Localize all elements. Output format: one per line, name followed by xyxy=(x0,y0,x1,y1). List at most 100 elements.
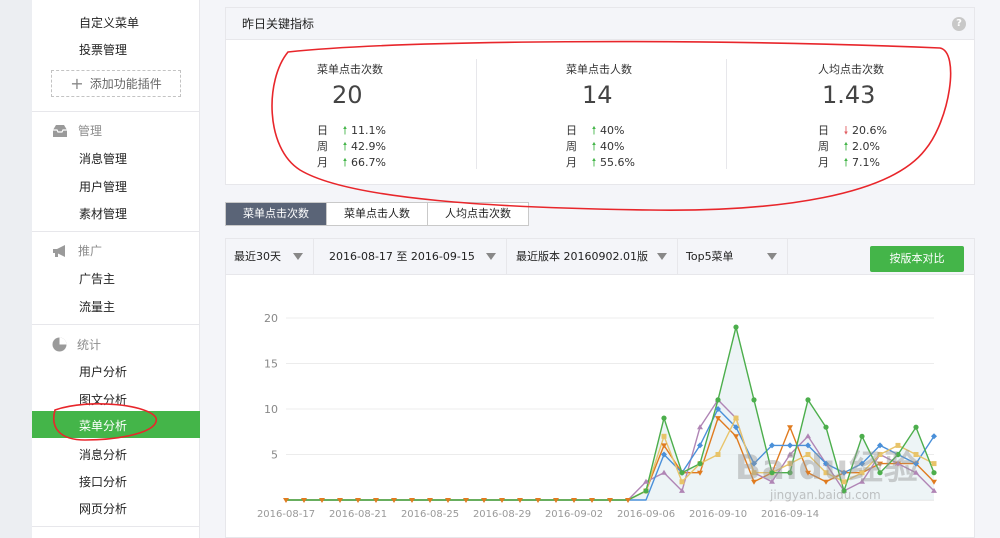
tab-avg-clicks[interactable]: 人均点击次数 xyxy=(428,203,528,225)
data-point xyxy=(661,433,667,439)
watermark-url: jingyan.baidu.com xyxy=(770,488,881,502)
sidebar-item-messages[interactable]: 消息管理 xyxy=(79,150,127,167)
data-point xyxy=(823,424,829,430)
left-rail xyxy=(0,0,32,538)
up-arrow-icon: 🠕 xyxy=(342,156,348,169)
metrics-row: 菜单点击次数 20 日 🠕 11.1% 周 🠕 42.9% 月 🠕 66.7% 菜单点击人数… xyxy=(226,41,976,184)
sidebar-item-api-analysis[interactable]: 接口分析 xyxy=(79,473,127,490)
metric-clicks: 菜单点击次数 20 日 🠕 11.1% 周 🠕 42.9% 月 🠕 66.7% xyxy=(226,41,476,184)
row-pct: 42.9% xyxy=(351,140,386,153)
tab-clicks[interactable]: 菜单点击次数 xyxy=(226,203,327,225)
sidebar-item-web-analysis[interactable]: 网页分析 xyxy=(79,500,127,517)
version-value: 最近版本 20160902.01版 xyxy=(516,250,648,263)
row-label: 日 xyxy=(818,124,829,137)
row-pct: 7.1% xyxy=(852,156,880,169)
up-arrow-icon: 🠕 xyxy=(843,140,849,153)
row-pct: 66.7% xyxy=(351,156,386,169)
sidebar-item-users[interactable]: 用户管理 xyxy=(79,178,127,195)
chevron-down-icon xyxy=(293,253,303,260)
data-point xyxy=(661,415,667,421)
data-point xyxy=(715,452,721,457)
range-value: 最近30天 xyxy=(234,250,281,263)
metric-row-week: 周 🠕 42.9% xyxy=(317,139,386,155)
sidebar-item-message-analysis[interactable]: 消息分析 xyxy=(79,446,127,463)
section-promote-header: 推广 xyxy=(52,242,102,259)
key-metrics-title: 昨日关键指标 xyxy=(242,17,315,31)
x-tick-label: 2016-09-02 xyxy=(545,509,603,520)
y-tick-label: 10 xyxy=(264,403,278,416)
metric-row-day: 日 🠕 40% xyxy=(566,123,635,139)
data-point xyxy=(643,488,649,494)
down-arrow-icon: 🠗 xyxy=(843,124,849,137)
row-label: 日 xyxy=(566,124,577,137)
data-point xyxy=(931,461,937,467)
metric-row-month: 月 🠕 7.1% xyxy=(818,155,887,171)
x-tick-label: 2016-08-21 xyxy=(329,509,387,520)
date-range-select[interactable]: 2016-08-17 至 2016-09-15 xyxy=(321,239,507,275)
section-stats-header: 统计 xyxy=(52,336,101,353)
range-select[interactable]: 最近30天 xyxy=(226,239,314,275)
metric-rows: 日 🠕 11.1% 周 🠕 42.9% 月 🠕 66.7% xyxy=(317,123,386,171)
plus-icon: + xyxy=(70,73,84,93)
sidebar-item-menu-analysis-label: 菜单分析 xyxy=(79,419,128,433)
x-tick-label: 2016-09-14 xyxy=(761,509,819,520)
metric-title: 人均点击次数 xyxy=(818,63,884,76)
row-label: 月 xyxy=(818,156,829,169)
compare-version-button[interactable]: 按版本对比 xyxy=(870,246,964,272)
x-tick-label: 2016-08-17 xyxy=(257,509,315,520)
row-label: 周 xyxy=(317,140,328,153)
up-arrow-icon: 🠕 xyxy=(342,140,348,153)
metric-row-week: 周 🠕 40% xyxy=(566,139,635,155)
divider xyxy=(32,526,200,527)
metric-title: 菜单点击人数 xyxy=(566,63,632,76)
x-tick-label: 2016-09-06 xyxy=(617,509,675,520)
metric-row-day: 日 🠕 11.1% xyxy=(317,123,386,139)
metric-value: 14 xyxy=(582,81,613,109)
sidebar-item-user-analysis[interactable]: 用户分析 xyxy=(79,363,127,380)
y-tick-label: 20 xyxy=(264,312,278,325)
sidebar-item-materials[interactable]: 素材管理 xyxy=(79,205,127,222)
data-point xyxy=(913,424,919,430)
top-menu-value: Top5菜单 xyxy=(686,250,734,263)
sidebar-item-custom-menu[interactable]: 自定义菜单 xyxy=(79,14,139,31)
row-label: 周 xyxy=(566,140,577,153)
up-arrow-icon: 🠕 xyxy=(591,156,597,169)
data-point xyxy=(931,470,937,476)
row-pct: 20.6% xyxy=(852,124,887,137)
sidebar: 自定义菜单 投票管理 + 添加功能插件 管理 消息管理 用户管理 素材管理 推广… xyxy=(32,0,200,538)
top-menu-select[interactable]: Top5菜单 xyxy=(678,239,788,275)
row-label: 周 xyxy=(818,140,829,153)
tab-users[interactable]: 菜单点击人数 xyxy=(327,203,428,225)
metric-row-day: 日 🠗 20.6% xyxy=(818,123,887,139)
divider xyxy=(32,111,200,112)
data-point xyxy=(679,470,685,476)
key-metrics-card: 昨日关键指标 ? 菜单点击次数 20 日 🠕 11.1% 周 🠕 42.9% 月 🠕 66.… xyxy=(225,7,975,185)
sidebar-item-menu-analysis[interactable]: 菜单分析 xyxy=(32,411,200,438)
data-point xyxy=(697,461,703,467)
up-arrow-icon: 🠕 xyxy=(843,156,849,169)
metric-row-month: 月 🠕 66.7% xyxy=(317,155,386,171)
add-plugin-label: 添加功能插件 xyxy=(89,77,162,91)
megaphone-icon xyxy=(53,244,65,257)
metric-row-week: 周 🠕 2.0% xyxy=(818,139,887,155)
section-promote-title: 推广 xyxy=(78,244,103,258)
data-point xyxy=(787,425,793,431)
date-range-value: 2016-08-17 至 2016-09-15 xyxy=(329,250,475,263)
help-icon[interactable]: ? xyxy=(952,17,966,31)
data-point xyxy=(733,415,739,421)
sidebar-item-advertiser[interactable]: 广告主 xyxy=(79,270,115,287)
row-label: 月 xyxy=(566,156,577,169)
chevron-down-icon xyxy=(767,253,777,260)
chevron-down-icon xyxy=(486,253,496,260)
sidebar-item-article-analysis[interactable]: 图文分析 xyxy=(79,391,127,408)
metric-value: 1.43 xyxy=(822,81,876,109)
section-manage-title: 管理 xyxy=(78,124,103,138)
metric-value: 20 xyxy=(332,81,363,109)
sidebar-item-vote[interactable]: 投票管理 xyxy=(79,41,127,58)
section-manage-header: 管理 xyxy=(52,122,102,139)
metric-rows: 日 🠕 40% 周 🠕 40% 月 🠕 55.6% xyxy=(566,123,635,171)
add-plugin-button[interactable]: + 添加功能插件 xyxy=(51,70,181,97)
sidebar-item-publisher[interactable]: 流量主 xyxy=(79,298,115,315)
version-select[interactable]: 最近版本 20160902.01版 xyxy=(508,239,678,275)
x-tick-label: 2016-08-25 xyxy=(401,509,459,520)
